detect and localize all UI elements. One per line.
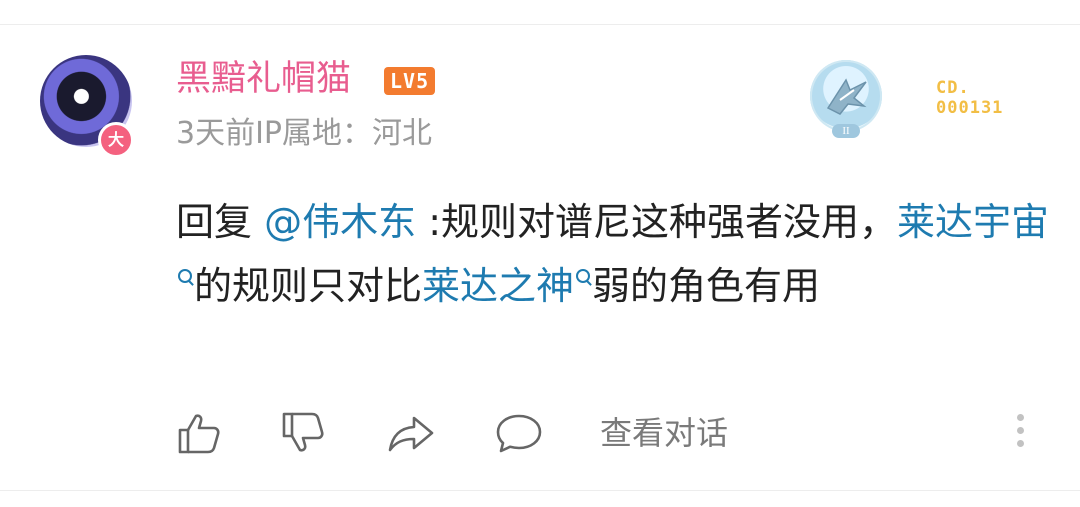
comment-text: 回复 @伟木东 :规则对谱尼这种强者没用，莱达宇宙的规则只对比莱达之神 弱的角色有…: [176, 190, 1056, 318]
topic-link-2[interactable]: 莱达之神: [422, 264, 592, 308]
fan-medal[interactable]: II: [810, 60, 882, 140]
avatar-badge: 大: [98, 122, 134, 158]
reply-text-part3: 弱的角色有用: [592, 264, 821, 308]
view-conversation-link[interactable]: 查看对话: [600, 412, 728, 454]
more-vertical-icon: [1012, 414, 1028, 447]
more-options-button[interactable]: [1012, 414, 1028, 454]
comment-icon: [496, 414, 542, 453]
like-button[interactable]: [174, 408, 224, 456]
reply-button[interactable]: [494, 408, 544, 456]
search-icon: [576, 269, 591, 283]
topic-label-1: 莱达宇宙: [897, 200, 1050, 244]
medal-level: II: [832, 124, 860, 138]
divider-bottom: [0, 490, 1080, 491]
medal-code-line1: CD.: [936, 78, 970, 98]
comment-card: 大 黑黯礼帽猫 LV5 3天前IP属地：河北 II CD. 000131 回复 …: [0, 0, 1080, 507]
reply-text-part2: 的规则只对比: [194, 264, 423, 308]
medal-code-line2: 000131: [936, 98, 1004, 118]
reply-prefix: 回复: [176, 200, 265, 244]
comment-meta: 3天前IP属地：河北: [176, 116, 433, 151]
topic-label-2: 莱达之神: [422, 264, 575, 308]
reply-text-part1: :规则对谱尼这种强者没用，: [416, 200, 897, 244]
username[interactable]: 黑黯礼帽猫: [176, 56, 351, 102]
avatar[interactable]: 大: [40, 55, 136, 158]
share-icon: [388, 416, 434, 452]
medal-code: CD. 000131: [936, 78, 1003, 118]
divider-top: [0, 24, 1080, 25]
share-button[interactable]: [386, 408, 436, 456]
search-icon: [178, 269, 192, 283]
level-badge: LV5: [384, 67, 436, 95]
thumbs-up-icon: [178, 414, 220, 454]
mention-link[interactable]: @伟木东: [264, 200, 416, 244]
thumbs-down-icon: [282, 412, 324, 452]
medal-icon: [810, 60, 882, 132]
jet-icon: [826, 78, 867, 115]
dislike-button[interactable]: [278, 408, 328, 456]
